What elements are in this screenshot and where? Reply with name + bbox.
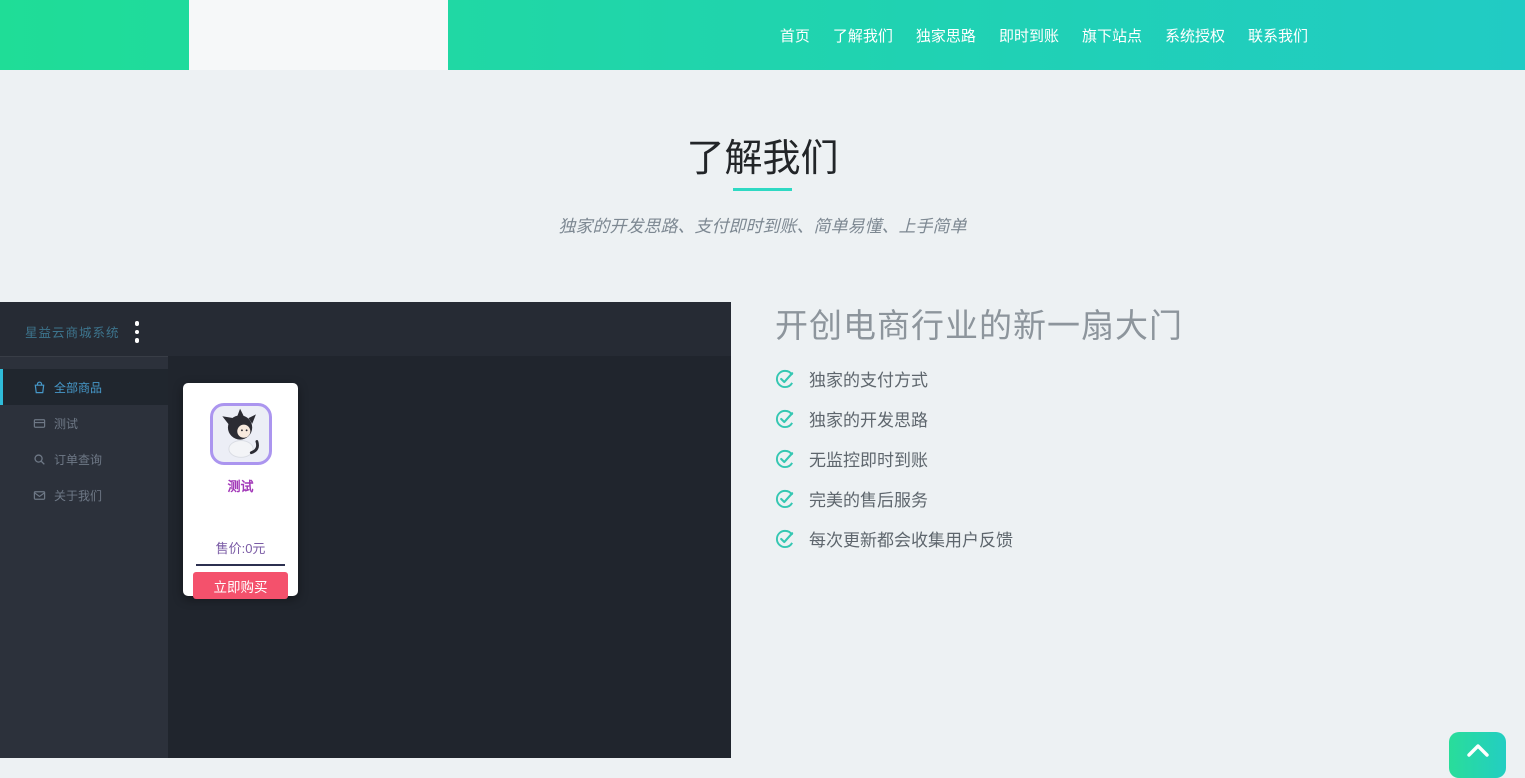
sidebar-item-label: 关于我们	[54, 487, 102, 504]
feature-label: 独家的支付方式	[809, 366, 928, 391]
product-title: 测试	[183, 476, 298, 495]
sidebar-item-all-goods[interactable]: 全部商品	[0, 369, 168, 405]
check-circle-icon	[775, 528, 796, 549]
card-icon	[33, 417, 46, 430]
check-circle-icon	[775, 448, 796, 469]
main-nav: 首页 了解我们 独家思路 即时到账 旗下站点 系统授权 联系我们	[780, 0, 1308, 70]
nav-item-ideas[interactable]: 独家思路	[916, 25, 976, 46]
check-circle-icon	[775, 488, 796, 509]
feature-label: 每次更新都会收集用户反馈	[809, 526, 1013, 551]
shop-preview-embed: 星益云商城系统 全部商品 测试 订单查询	[0, 302, 731, 758]
buy-now-button[interactable]: 立即购买	[193, 572, 288, 599]
shop-sidebar: 全部商品 测试 订单查询 关于我们	[0, 356, 168, 758]
sidebar-item-label: 测试	[54, 415, 78, 432]
feature-label: 完美的售后服务	[809, 486, 928, 511]
search-icon	[33, 453, 46, 466]
chevron-up-icon	[1467, 744, 1489, 757]
sidebar-item-about-us[interactable]: 关于我们	[0, 477, 168, 513]
mail-icon	[33, 489, 46, 502]
sidebar-item-label: 全部商品	[54, 379, 102, 396]
check-circle-icon	[775, 408, 796, 429]
nav-item-license[interactable]: 系统授权	[1165, 25, 1225, 46]
title-divider	[733, 188, 792, 191]
feature-item: 每次更新都会收集用户反馈	[775, 518, 1395, 558]
feature-label: 独家的开发思路	[809, 406, 928, 431]
feature-item: 独家的支付方式	[775, 358, 1395, 398]
shop-brand-title: 星益云商城系统	[25, 322, 120, 341]
sidebar-item-order-query[interactable]: 订单查询	[0, 441, 168, 477]
feature-heading: 开创电商行业的新一扇大门	[775, 305, 1395, 347]
page-subtitle: 独家的开发思路、支付即时到账、简单易懂、上手简单	[0, 212, 1525, 237]
goods-icon	[33, 381, 46, 394]
scroll-to-top-button[interactable]	[1449, 732, 1506, 778]
feature-label: 无监控即时到账	[809, 446, 928, 471]
nav-item-about[interactable]: 了解我们	[833, 25, 893, 46]
page-title: 了解我们	[0, 127, 1525, 182]
nav-item-contact[interactable]: 联系我们	[1248, 25, 1308, 46]
nav-item-home[interactable]: 首页	[780, 25, 810, 46]
nav-item-sites[interactable]: 旗下站点	[1082, 25, 1142, 46]
feature-column: 开创电商行业的新一扇大门 独家的支付方式 独家的开发思路 无监控即时到账	[775, 305, 1395, 558]
feature-item: 无监控即时到账	[775, 438, 1395, 478]
site-header: 首页 了解我们 独家思路 即时到账 旗下站点 系统授权 联系我们	[0, 0, 1525, 70]
feature-item: 独家的开发思路	[775, 398, 1395, 438]
shop-topbar: 星益云商城系统	[0, 302, 731, 356]
logo-image-placeholder[interactable]	[189, 0, 448, 70]
feature-list: 独家的支付方式 独家的开发思路 无监控即时到账 完美的售后服务	[775, 358, 1395, 558]
price-divider	[196, 564, 285, 566]
shop-content-area: 测试 售价:0元 立即购买	[168, 356, 731, 758]
product-image	[210, 403, 272, 465]
sidebar-item-label: 订单查询	[54, 451, 102, 468]
product-price: 售价:0元	[183, 538, 298, 557]
feature-item: 完美的售后服务	[775, 478, 1395, 518]
vertical-dots-menu-icon[interactable]	[131, 321, 143, 343]
product-card[interactable]: 测试 售价:0元 立即购买	[183, 383, 298, 596]
nav-item-instant-pay[interactable]: 即时到账	[999, 25, 1059, 46]
check-circle-icon	[775, 368, 796, 389]
sidebar-item-test[interactable]: 测试	[0, 405, 168, 441]
